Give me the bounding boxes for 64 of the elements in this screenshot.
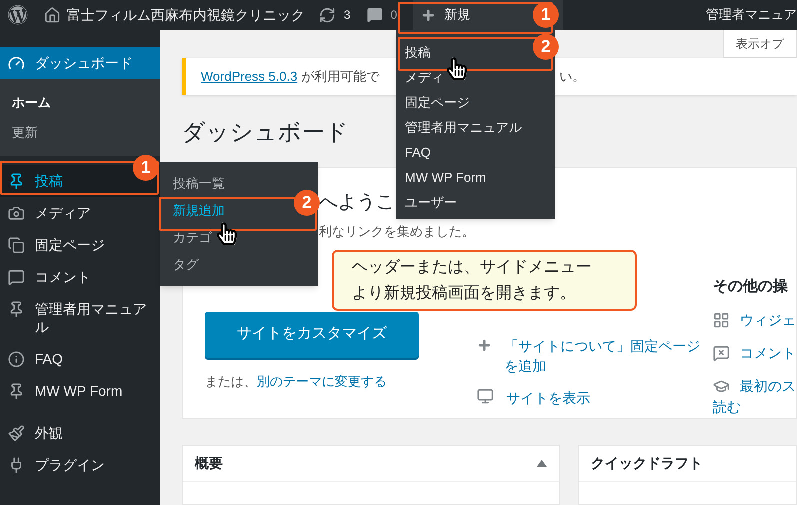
pin-icon (8, 301, 25, 318)
new-menu-label: 新規 (444, 6, 470, 24)
hand-cursor-icon (447, 57, 467, 81)
action-link-continuation[interactable]: 読む (713, 397, 796, 418)
dropdown-menu-item[interactable]: 管理者用マニュアル (396, 115, 555, 140)
monitor-icon (477, 388, 494, 404)
gauge-icon (8, 55, 25, 72)
plus-icon (477, 338, 492, 352)
hand-cursor-icon (217, 222, 237, 246)
user-menu-link[interactable]: 管理者マニュア (568, 5, 797, 25)
instruction-callout: ヘッダーまたは、サイドメニュー より新規投稿画面を開きます。 (332, 250, 637, 311)
widget-grid-icon (713, 312, 730, 329)
dropdown-menu-item[interactable]: ユーザー (396, 190, 555, 215)
notice-text-end: い。 (560, 68, 586, 86)
action-link[interactable]: コメント (740, 343, 796, 364)
comments-count[interactable]: 0 (390, 6, 398, 24)
site-name-link[interactable]: 富士フィルム西麻布内視鏡クリニック (67, 4, 305, 26)
info-icon (8, 351, 25, 368)
sidebar-submenu-item[interactable]: 更新 (0, 118, 160, 147)
dropdown-menu-item[interactable]: MW WP Form (396, 165, 555, 190)
home-icon (44, 6, 61, 24)
comment-x-icon (713, 345, 730, 362)
pin-icon (8, 383, 25, 400)
sidebar-submenu-item[interactable]: ホーム (0, 88, 160, 118)
sidebar-menu-item[interactable]: メディア (0, 197, 160, 229)
updates-count[interactable]: 3 (344, 6, 351, 24)
flyout-menu-item[interactable]: タグ (160, 251, 318, 278)
dropdown-menu-item[interactable]: 固定ページ (396, 90, 555, 115)
paintbrush-icon (8, 425, 25, 442)
panel-title: 概要 (195, 454, 223, 473)
more-actions-heading: その他の操 (713, 276, 789, 296)
sidebar-menu-item[interactable]: 管理者用マニュアル (0, 293, 160, 343)
graduation-cap-icon (713, 378, 730, 395)
plus-icon (421, 8, 436, 22)
customize-site-button[interactable]: サイトをカスタマイズ (205, 312, 419, 358)
sidebar-menu-item[interactable]: FAQ (0, 343, 160, 375)
speech-bubble-icon (8, 269, 25, 286)
sidebar-menu-item[interactable]: ダッシュボード (0, 47, 160, 79)
screen-options-tab[interactable]: 表示オプ (723, 30, 797, 58)
pin-icon (8, 173, 25, 190)
pages-icon (8, 237, 25, 254)
action-link[interactable]: 最初のス (740, 376, 796, 397)
action-link[interactable]: ウィジェ (740, 310, 796, 331)
notice-text: が利用可能で (302, 68, 380, 86)
welcome-subtitle: 利なリンクを集めました。 (319, 223, 475, 241)
next-step-link[interactable]: 「サイトについて」固定ページを追加 (504, 336, 710, 376)
sidebar-menu-item[interactable]: プラグイン (0, 449, 160, 481)
dropdown-menu-item[interactable]: FAQ (396, 140, 555, 165)
sidebar-menu-item[interactable]: MW WP Form (0, 375, 160, 407)
panel-title: クイックドラフト (591, 454, 703, 473)
welcome-title: へようこ (319, 191, 395, 215)
next-step-link[interactable]: サイトを表示 (506, 388, 712, 408)
speech-bubble-icon (366, 7, 383, 23)
camera-icon (8, 205, 25, 222)
refresh-icon (319, 6, 336, 24)
wordpress-version-link[interactable]: WordPress 5.0.3 (201, 66, 298, 86)
alternative-text: または、 (205, 374, 257, 388)
page-title: ダッシュボード (182, 118, 349, 146)
change-theme-link[interactable]: 別のテーマに変更する (257, 374, 387, 388)
collapse-toggle-icon[interactable] (537, 460, 547, 467)
sidebar-menu-item[interactable]: 外観 (0, 417, 160, 449)
sidebar-menu-item[interactable]: 固定ページ (0, 229, 160, 261)
wordpress-logo-icon[interactable] (8, 5, 28, 25)
sidebar-menu-item[interactable]: コメント (0, 261, 160, 293)
